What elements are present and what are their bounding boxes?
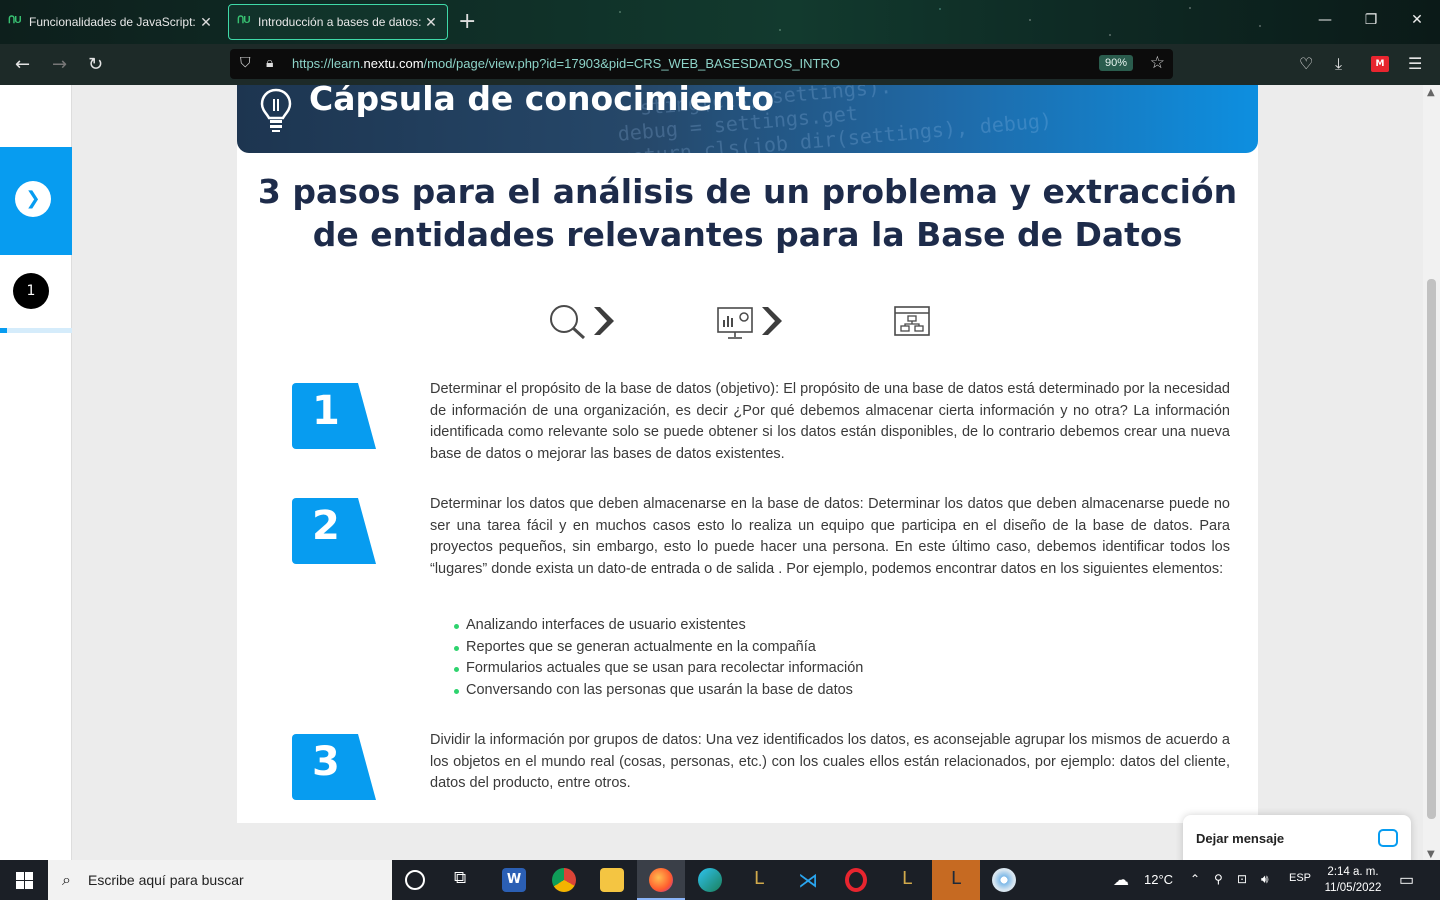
chat-bubble-icon[interactable] [1378,829,1398,847]
tab-title: Funcionalidades de JavaScript: F [29,15,198,29]
browser-tab[interactable]: ᑎU Funcionalidades de JavaScript: F ✕ [0,4,222,40]
reload-icon[interactable]: ↻ [88,54,103,75]
paint-icon[interactable] [992,868,1016,892]
scrollbar-thumb[interactable] [1427,279,1436,819]
list-item: Formularios actuales que se usan para re… [452,658,863,680]
minimize-icon[interactable]: — [1302,12,1348,28]
volume-icon[interactable]: 🔊︎ [1261,872,1269,887]
windows-start-icon[interactable] [16,872,33,889]
page-heading: 3 pasos para el análisis de un problema … [257,172,1238,254]
zoom-level[interactable]: 90% [1098,55,1133,71]
weather-icon[interactable]: ☁ [1113,870,1129,890]
download-icon[interactable]: ⤓ [1335,54,1342,74]
nextu-favicon-icon: ᑎU [8,15,22,26]
meet-icon[interactable]: ⚲ [1214,872,1223,886]
league-icon[interactable]: ᒪ [895,868,919,892]
close-window-icon[interactable]: ✕ [1394,12,1440,28]
task-view-icon[interactable]: ⧉ [454,868,478,892]
next-arrow-button[interactable]: ❯ [15,181,51,217]
language-indicator[interactable]: ESP [1289,872,1311,884]
cortana-icon[interactable] [405,870,425,890]
close-tab-icon[interactable]: ✕ [423,14,439,31]
tab-title: Introducción a bases de datos: [258,15,422,29]
edge-icon[interactable] [698,868,722,892]
firefox-icon[interactable] [649,868,673,892]
opera-icon[interactable] [845,868,867,892]
sitemap-window-icon [894,306,930,336]
lock-icon[interactable]: 🔒︎ [266,55,273,71]
close-tab-icon[interactable]: ✕ [198,14,214,31]
new-tab-button[interactable]: + [458,9,476,34]
back-icon[interactable]: ← [15,54,30,75]
page-viewport: sting(cls, settings). debug = settings.g… [0,85,1440,860]
clock[interactable]: 2:14 a. m. 11/05/2022 [1316,864,1390,896]
scroll-up-icon[interactable]: ▲ [1427,87,1435,98]
search-icon: ⌕ [62,870,71,889]
chevron-up-icon[interactable]: ⌃ [1190,872,1200,886]
taskbar-search[interactable]: ⌕ Escribe aquí para buscar [48,860,392,900]
pocket-icon[interactable]: ♡ [1299,54,1313,73]
scroll-down-icon[interactable]: ▼ [1427,849,1435,860]
rail-next-panel: ❯ [0,147,72,255]
windows-taskbar: ⌕ Escribe aquí para buscar ⧉ W ᒪ ⋊ ᒪ ᒪ ☁… [0,860,1440,900]
left-rail: ❯ 1 [0,85,72,860]
step-text: Determinar los datos que deben almacenar… [430,496,1230,577]
menu-icon[interactable]: ☰ [1408,54,1422,73]
address-bar[interactable]: ⛉ 🔒︎ https://learn.nextu.com/mod/page/vi… [230,49,1173,79]
page-number-badge[interactable]: 1 [13,273,49,309]
step-text: Determinar el propósito de la base de da… [430,381,1230,462]
bullet-list: Analizando interfaces de usuario existen… [452,615,863,701]
chat-label: Dejar mensaje [1196,831,1285,846]
step-text: Dividir la información por grupos de dat… [430,732,1230,792]
page-scrollbar[interactable]: ▲ ▼ [1423,85,1440,860]
tab-strip: ᑎU Funcionalidades de JavaScript: F ✕ ᑎU… [0,0,1440,44]
analytics-monitor-icon [717,307,782,339]
search-placeholder: Escribe aquí para buscar [88,872,244,888]
notifications-icon[interactable]: ▭ [1399,870,1414,890]
shield-icon[interactable]: ⛉ [240,55,251,71]
bookmark-star-icon[interactable]: ☆ [1150,53,1165,73]
vscode-icon[interactable]: ⋊ [796,868,820,892]
browser-tab-active[interactable]: ᑎU Introducción a bases de datos: ✕ [228,4,448,40]
chat-widget[interactable]: Dejar mensaje [1183,815,1411,860]
forward-icon[interactable]: → [52,54,67,75]
progress-bar [0,328,72,333]
league-game-icon[interactable]: ᒪ [944,868,968,892]
list-item: Conversando con las personas que usarán … [452,680,863,702]
chrome-icon[interactable] [552,868,576,892]
navigation-toolbar: ← → ↻ ⛉ 🔒︎ https://learn.nextu.com/mod/p… [0,44,1440,85]
url-text[interactable]: https://learn.nextu.com/mod/page/view.ph… [292,56,840,71]
list-item: Analizando interfaces de usuario existen… [452,615,863,637]
word-icon[interactable]: W [502,868,526,892]
restore-icon[interactable]: ❐ [1348,12,1394,28]
list-item: Reportes que se generan actualmente en l… [452,637,863,659]
lightbulb-icon [260,88,292,132]
capsule-banner: sting(cls, settings). debug = settings.g… [237,85,1258,153]
extension-icon[interactable]: M [1371,56,1389,72]
magnifier-icon [550,305,614,340]
league-client-icon[interactable]: ᒪ [747,868,771,892]
nextu-favicon-icon: ᑎU [237,15,251,26]
weather-temp[interactable]: 12°C [1144,872,1173,887]
banner-title: Cápsula de conocimiento [309,85,775,118]
network-icon[interactable]: ⊡ [1237,872,1247,886]
file-explorer-icon[interactable] [600,868,624,892]
